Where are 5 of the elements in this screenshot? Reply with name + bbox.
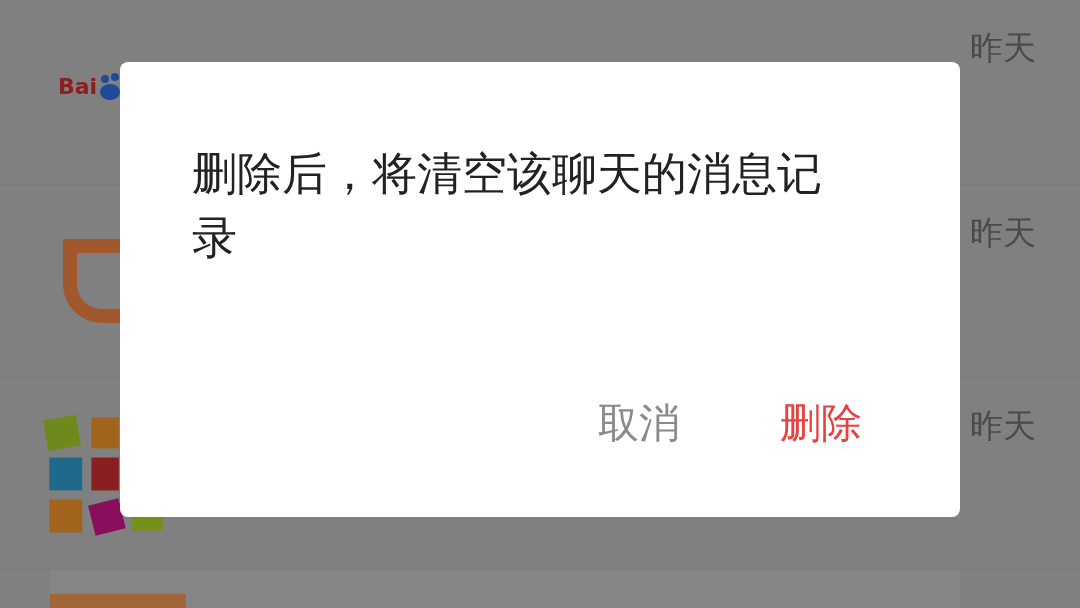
dialog-message: 删除后，将清空该聊天的消息记录 xyxy=(192,146,823,266)
cup-icon xyxy=(62,238,120,324)
cancel-button[interactable]: 取消 xyxy=(578,390,700,457)
delete-button[interactable]: 删除 xyxy=(760,390,882,457)
baidu-logo: Bai xyxy=(58,71,124,101)
